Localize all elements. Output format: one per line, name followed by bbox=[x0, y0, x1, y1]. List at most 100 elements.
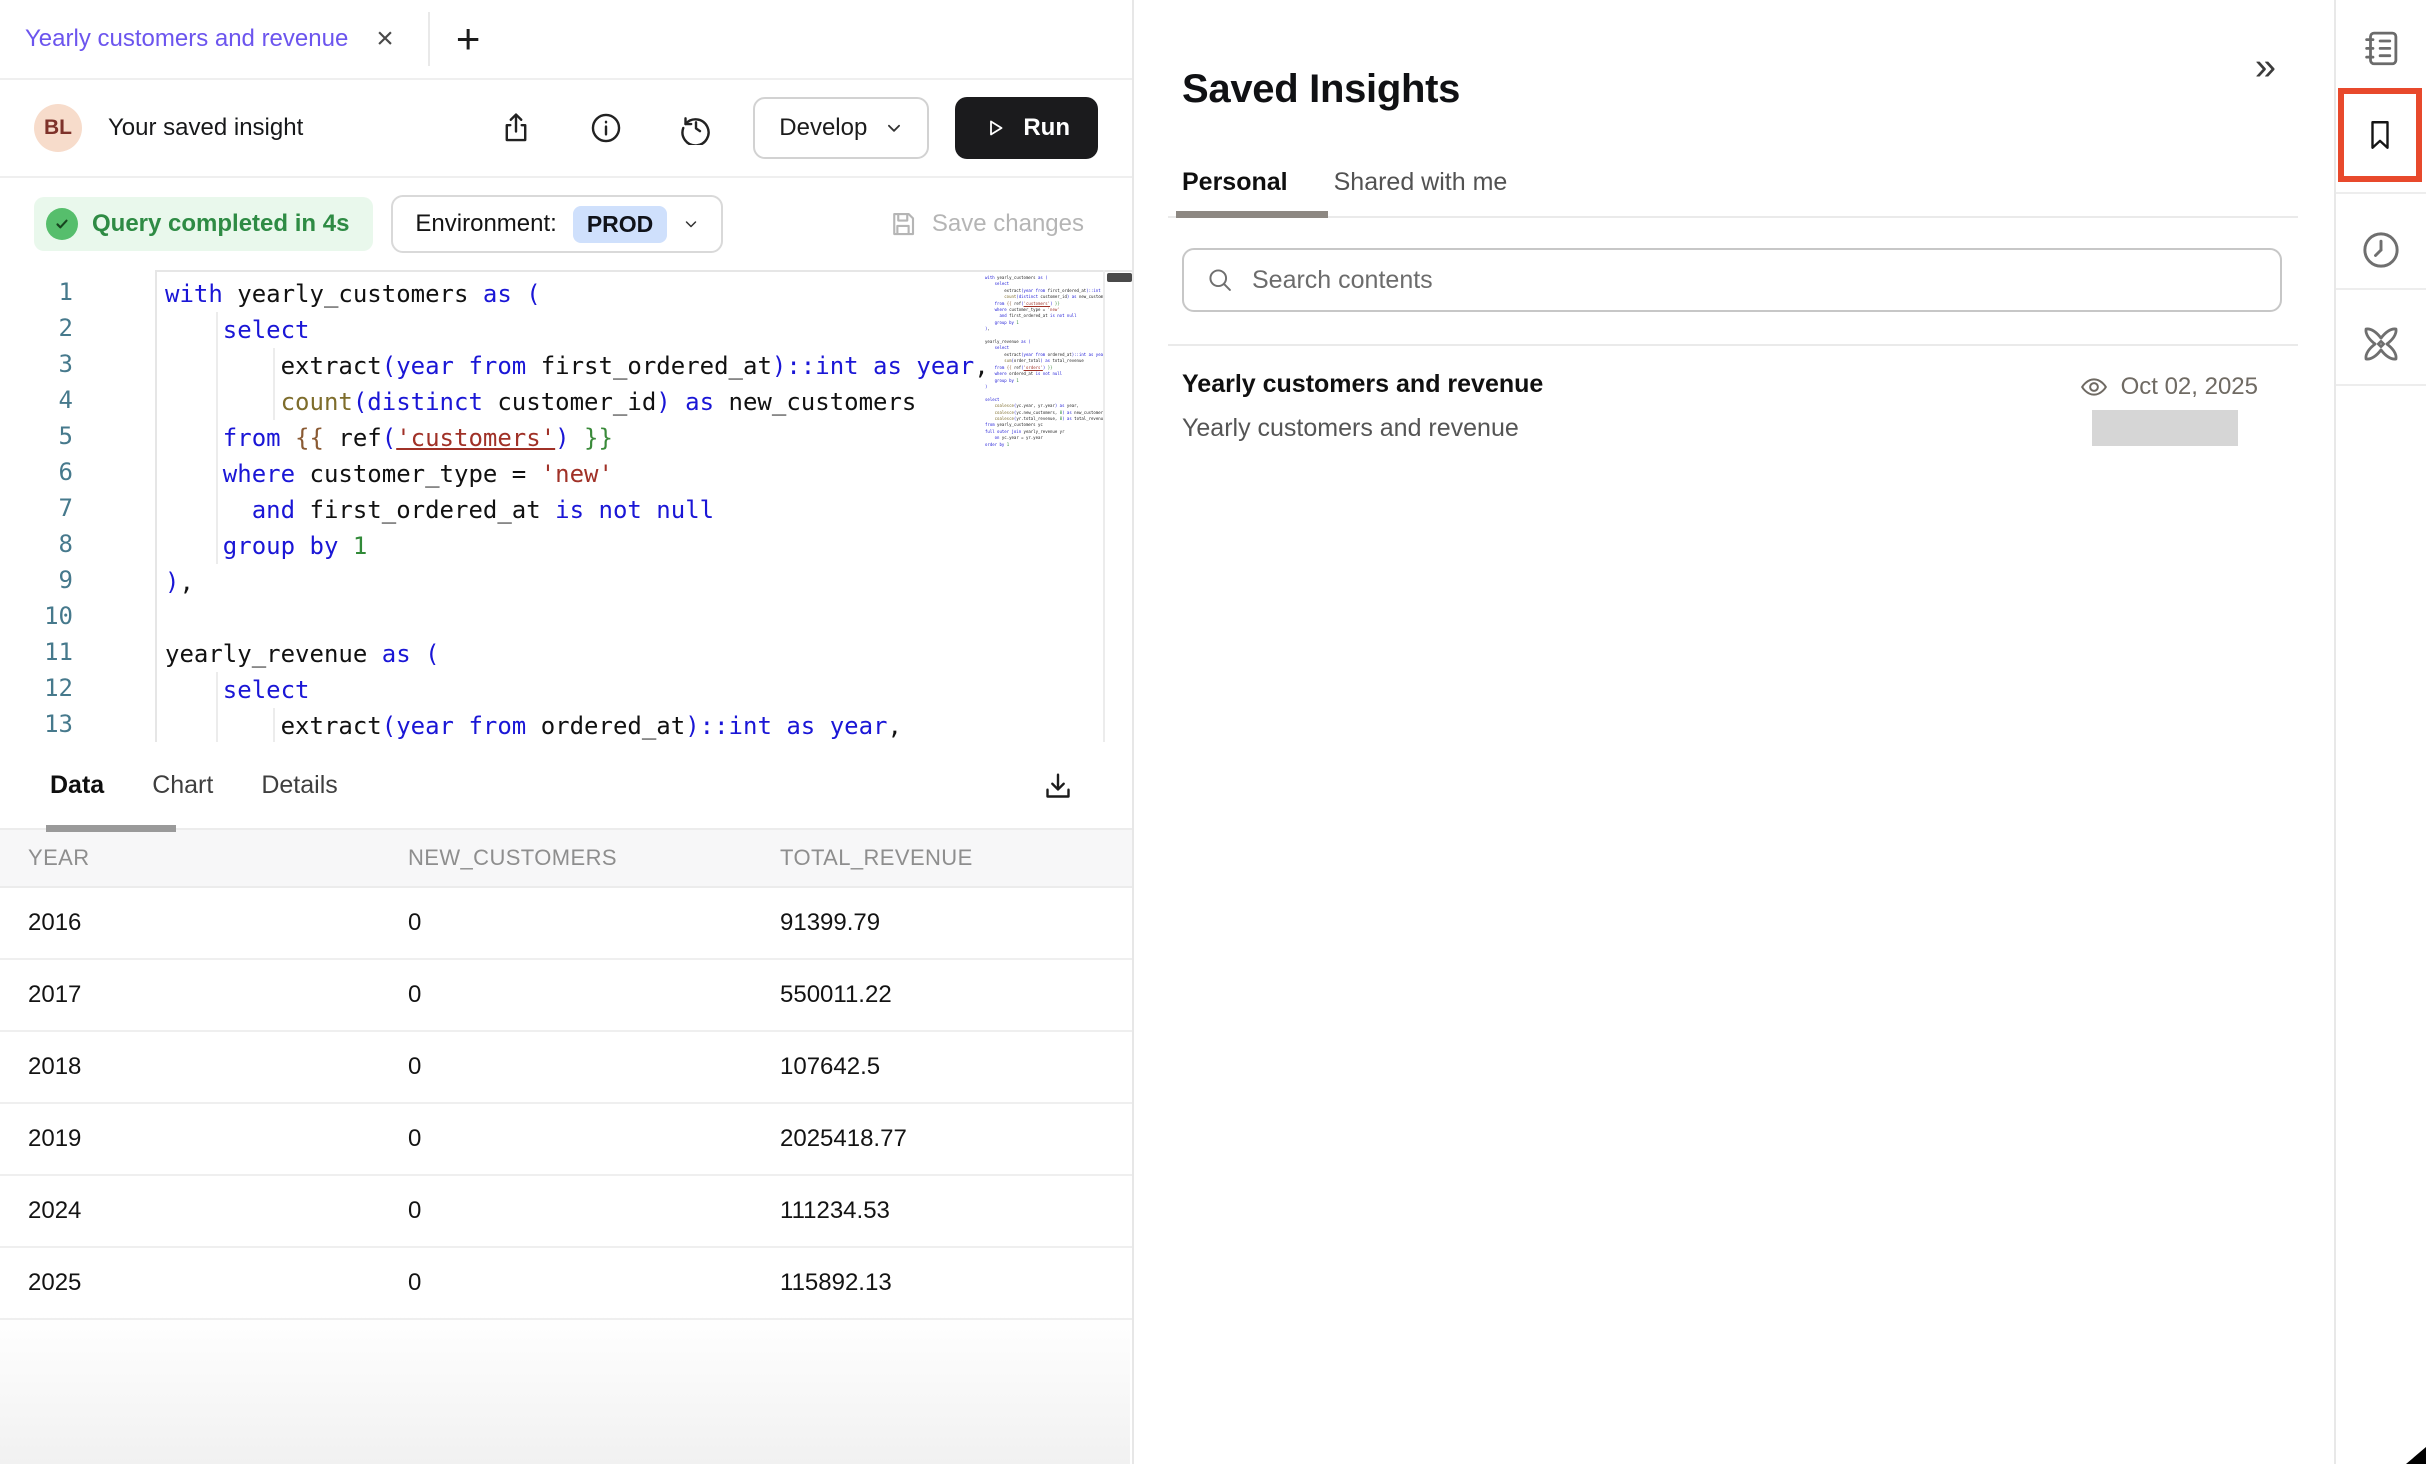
column-header-total-revenue: TOTAL_REVENUE bbox=[780, 830, 973, 886]
line-number: 1 bbox=[0, 274, 155, 310]
info-icon bbox=[589, 111, 623, 145]
run-button[interactable]: Run bbox=[955, 97, 1098, 159]
item-title: Yearly customers and revenue bbox=[1182, 370, 1543, 399]
item-placeholder-block bbox=[2092, 410, 2238, 446]
editor-tab-bar: Yearly customers and revenue × + bbox=[0, 0, 1132, 80]
table-cell: 115892.13 bbox=[780, 1248, 892, 1318]
table-cell: 2024 bbox=[28, 1176, 81, 1246]
results-table-body: 2016091399.7920170550011.2220180107642.5… bbox=[0, 888, 1132, 1320]
history-panel-button[interactable] bbox=[2336, 212, 2426, 288]
table-cell: 111234.53 bbox=[780, 1176, 890, 1246]
tab-chart[interactable]: Chart bbox=[152, 771, 213, 800]
search-input[interactable] bbox=[1250, 265, 2258, 296]
bookmark-icon bbox=[2362, 117, 2398, 153]
rail-separator bbox=[2336, 288, 2426, 290]
table-cell: 2019 bbox=[28, 1104, 81, 1174]
share-button[interactable] bbox=[499, 111, 533, 145]
line-number: 7 bbox=[0, 490, 155, 526]
editor-scrollbar[interactable] bbox=[1103, 270, 1134, 742]
history-button[interactable] bbox=[679, 111, 713, 145]
develop-dropdown[interactable]: Develop bbox=[753, 97, 929, 159]
info-button[interactable] bbox=[589, 111, 623, 145]
rail-separator bbox=[2336, 192, 2426, 194]
table-row: 20180107642.5 bbox=[0, 1032, 1132, 1104]
clock-icon bbox=[2359, 228, 2403, 272]
history-icon bbox=[679, 111, 713, 145]
panel-title: Saved Insights bbox=[1182, 67, 1460, 112]
item-date: Oct 02, 2025 bbox=[2121, 373, 2258, 401]
saved-insights-panel: Saved Insights » Personal Shared with me… bbox=[1136, 0, 2334, 1464]
insight-header: BL Your saved insight bbox=[0, 80, 1132, 178]
environment-label: Environment: bbox=[415, 210, 556, 238]
table-cell: 0 bbox=[408, 1176, 421, 1246]
table-row: 20170550011.22 bbox=[0, 960, 1132, 1032]
close-tab-icon[interactable]: × bbox=[376, 24, 394, 54]
check-icon bbox=[46, 208, 78, 240]
table-cell: 2025418.77 bbox=[780, 1104, 907, 1174]
line-number-gutter: 12345678910111213 bbox=[0, 270, 155, 742]
table-cell: 2025 bbox=[28, 1248, 81, 1318]
line-number: 9 bbox=[0, 562, 155, 598]
query-pane: Yearly customers and revenue × + BL Your… bbox=[0, 0, 1134, 1464]
environment-value-badge: PROD bbox=[573, 206, 667, 243]
tab-separator bbox=[428, 12, 430, 66]
notebook-panel-button[interactable] bbox=[2336, 18, 2426, 78]
line-number: 4 bbox=[0, 382, 155, 418]
query-status-badge: Query completed in 4s bbox=[34, 197, 373, 251]
table-row: 201902025418.77 bbox=[0, 1104, 1132, 1176]
share-icon bbox=[499, 111, 533, 145]
table-cell: 2018 bbox=[28, 1032, 81, 1102]
column-header-year: YEAR bbox=[28, 830, 90, 886]
tab-title: Yearly customers and revenue bbox=[25, 25, 348, 53]
collapse-panel-button[interactable]: » bbox=[2255, 48, 2276, 86]
table-row: 2025 0 115892.13 bbox=[0, 1248, 1132, 1320]
right-icon-rail bbox=[2334, 0, 2426, 1464]
pane-bottom-fade bbox=[0, 1314, 1130, 1464]
line-number: 13 bbox=[0, 706, 155, 742]
tabs-divider bbox=[1168, 216, 2298, 218]
table-row: 2016091399.79 bbox=[0, 888, 1132, 960]
app-root: Yearly customers and revenue × + BL Your… bbox=[0, 0, 2426, 1464]
line-number: 5 bbox=[0, 418, 155, 454]
double-chevron-right-icon: » bbox=[2255, 46, 2276, 88]
line-number: 11 bbox=[0, 634, 155, 670]
table-row: 2024 0 111234.53 bbox=[0, 1176, 1132, 1248]
line-number: 3 bbox=[0, 346, 155, 382]
rail-separator bbox=[2336, 384, 2426, 386]
environment-selector[interactable]: Environment: PROD bbox=[391, 195, 723, 253]
dbt-logo-icon bbox=[2359, 322, 2403, 366]
line-number: 6 bbox=[0, 454, 155, 490]
table-cell: 0 bbox=[408, 1032, 421, 1102]
run-label: Run bbox=[1023, 114, 1070, 142]
tab-details[interactable]: Details bbox=[261, 771, 337, 800]
search-contents-box[interactable] bbox=[1182, 248, 2282, 312]
tab-shared-with-me[interactable]: Shared with me bbox=[1334, 168, 1508, 197]
search-icon bbox=[1206, 266, 1234, 294]
saved-insights-panel-button[interactable] bbox=[2338, 88, 2422, 182]
save-icon bbox=[888, 209, 918, 239]
dbt-panel-button[interactable] bbox=[2336, 306, 2426, 382]
scrollbar-thumb[interactable] bbox=[1107, 273, 1132, 282]
play-icon bbox=[983, 116, 1007, 140]
save-changes-button[interactable]: Save changes bbox=[888, 209, 1084, 239]
avatar: BL bbox=[34, 104, 82, 152]
sql-editor[interactable]: 12345678910111213 with yearly_customers … bbox=[0, 270, 1132, 742]
download-icon bbox=[1040, 768, 1076, 804]
tab-data[interactable]: Data bbox=[50, 771, 104, 800]
chevron-down-icon bbox=[885, 119, 903, 137]
table-cell: 0 bbox=[408, 960, 421, 1030]
insights-tabs: Personal Shared with me bbox=[1182, 168, 1507, 197]
tab-yearly-customers-and-revenue[interactable]: Yearly customers and revenue × bbox=[0, 0, 428, 78]
editor-minimap[interactable]: with yearly_customers as ( select extrac… bbox=[985, 272, 1103, 742]
chevron-down-icon bbox=[683, 216, 699, 232]
table-cell: 550011.22 bbox=[780, 960, 892, 1030]
table-cell: 91399.79 bbox=[780, 888, 880, 958]
tab-personal[interactable]: Personal bbox=[1182, 168, 1288, 197]
line-number: 2 bbox=[0, 310, 155, 346]
table-cell: 0 bbox=[408, 1248, 421, 1318]
table-cell: 0 bbox=[408, 888, 421, 958]
download-results-button[interactable] bbox=[1040, 768, 1076, 804]
new-tab-button[interactable]: + bbox=[456, 18, 481, 60]
item-meta: Oct 02, 2025 bbox=[2079, 372, 2258, 402]
eye-icon bbox=[2079, 372, 2109, 402]
